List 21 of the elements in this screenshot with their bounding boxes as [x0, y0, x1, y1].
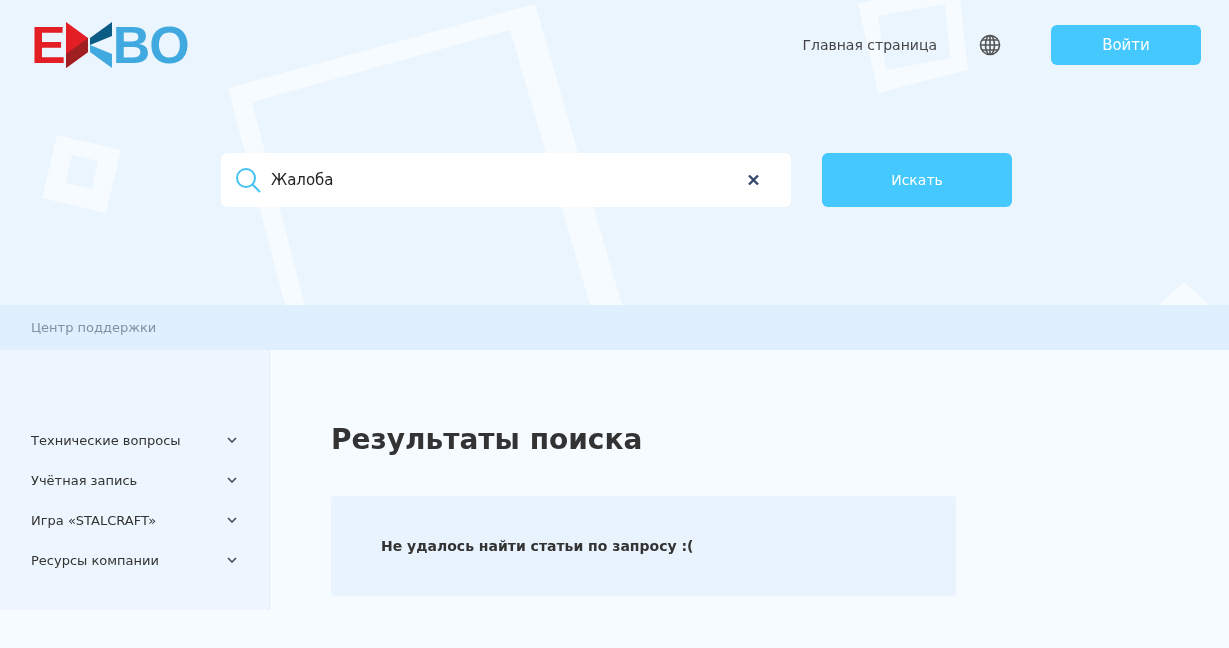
sidebar-item[interactable]: Технические вопросы	[31, 420, 237, 460]
search-field[interactable]: Жалоба	[221, 153, 791, 207]
chevron-icon	[227, 557, 237, 563]
sidebar-item-label: Учётная запись	[31, 472, 138, 488]
sidebar-item[interactable]: Игра «STALCRAFT»	[31, 500, 237, 540]
sidebar-item-label: Игра «STALCRAFT»	[31, 512, 157, 528]
logo-letter: E	[31, 21, 65, 69]
no-results-message: Не удалось найти статьи по запросу :(	[381, 538, 694, 554]
chevron-icon	[227, 437, 237, 443]
page-title: Результаты поиска	[331, 422, 644, 458]
sidebar-item[interactable]: Ресурсы компании	[31, 540, 237, 580]
clear-icon[interactable]	[748, 174, 759, 186]
globe-icon[interactable]	[979, 34, 1001, 56]
chevron-icon	[227, 477, 237, 483]
chevron-icon	[227, 517, 237, 523]
logo-letters: BO	[112, 21, 189, 69]
sidebar-item[interactable]: Учётная запись	[31, 460, 237, 500]
sidebar-item-label: Технические вопросы	[31, 432, 181, 448]
logo-chevrons-icon	[65, 22, 112, 68]
home-link[interactable]: Главная страница	[802, 37, 937, 53]
sidebar-item-label: Ресурсы компании	[31, 552, 159, 568]
